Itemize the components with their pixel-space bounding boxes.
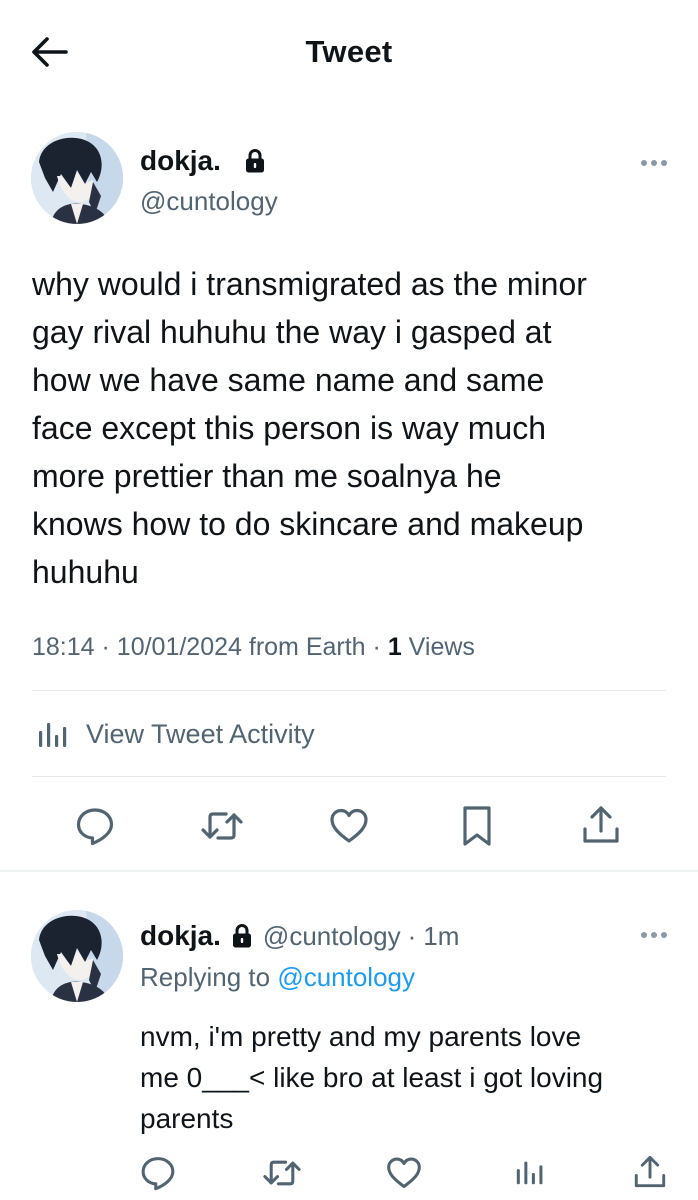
divider bbox=[32, 776, 666, 777]
share-button[interactable] bbox=[632, 1153, 668, 1191]
replying-to-link[interactable]: @cuntology bbox=[277, 962, 415, 992]
lock-icon bbox=[244, 148, 266, 174]
reply-text: nvm, i'm pretty and my parents love me 0… bbox=[140, 1021, 604, 1134]
like-icon bbox=[330, 808, 368, 843]
reply-button[interactable] bbox=[140, 1155, 176, 1191]
more-icon[interactable] bbox=[640, 929, 668, 941]
author-handle[interactable]: @cuntology bbox=[140, 186, 278, 217]
reply-icon bbox=[141, 1157, 175, 1191]
replying-to: Replying to @cuntology bbox=[140, 962, 415, 993]
like-button[interactable] bbox=[386, 1155, 422, 1191]
meta-separator: · bbox=[372, 633, 388, 661]
author-name[interactable]: dokja. bbox=[140, 145, 221, 177]
reply-author-name[interactable]: dokja. bbox=[140, 920, 221, 952]
reply-author-handle[interactable]: @cuntology bbox=[263, 921, 401, 952]
reply-icon bbox=[76, 808, 114, 846]
avatar[interactable] bbox=[31, 132, 123, 224]
tweet-source: from Earth bbox=[248, 633, 366, 661]
section-divider bbox=[0, 870, 698, 872]
page-title: Tweet bbox=[305, 34, 393, 69]
view-tweet-activity-button[interactable]: View Tweet Activity bbox=[36, 714, 315, 754]
bookmark-icon bbox=[463, 806, 491, 846]
like-icon bbox=[387, 1157, 421, 1189]
retweet-icon bbox=[263, 1160, 301, 1186]
views-icon bbox=[516, 1161, 543, 1185]
tweet-time: 18:14 bbox=[32, 633, 95, 661]
meta-separator: · bbox=[101, 633, 117, 661]
tweet-meta: 18:14 · 10/01/2024 from Earth · 1 Views bbox=[32, 633, 475, 662]
retweet-button[interactable] bbox=[262, 1155, 302, 1191]
more-icon[interactable] bbox=[640, 157, 668, 169]
views-button[interactable] bbox=[514, 1155, 546, 1189]
retweet-icon bbox=[201, 812, 243, 840]
views-count: 1 bbox=[387, 633, 402, 661]
bookmark-button[interactable] bbox=[460, 804, 494, 848]
analytics-icon bbox=[39, 723, 67, 747]
retweet-button[interactable] bbox=[200, 806, 244, 846]
reply-header: dokja. @cuntology · 1m bbox=[140, 920, 459, 952]
tweet-text: why would i transmigrated as the minor g… bbox=[32, 266, 587, 590]
share-icon bbox=[634, 1155, 666, 1188]
share-icon bbox=[583, 806, 619, 843]
reply-button[interactable] bbox=[75, 806, 115, 846]
divider bbox=[32, 690, 666, 691]
like-button[interactable] bbox=[329, 806, 369, 846]
activity-label: View Tweet Activity bbox=[86, 718, 315, 749]
views-label: Views bbox=[408, 633, 475, 661]
meta-separator: · bbox=[407, 920, 417, 951]
reply-time[interactable]: 1m bbox=[423, 921, 459, 952]
replying-prefix: Replying to bbox=[140, 962, 271, 992]
avatar[interactable] bbox=[31, 910, 123, 1002]
share-button[interactable] bbox=[580, 804, 622, 846]
lock-icon bbox=[232, 924, 251, 948]
tweet-date: 10/01/2024 bbox=[116, 633, 242, 661]
